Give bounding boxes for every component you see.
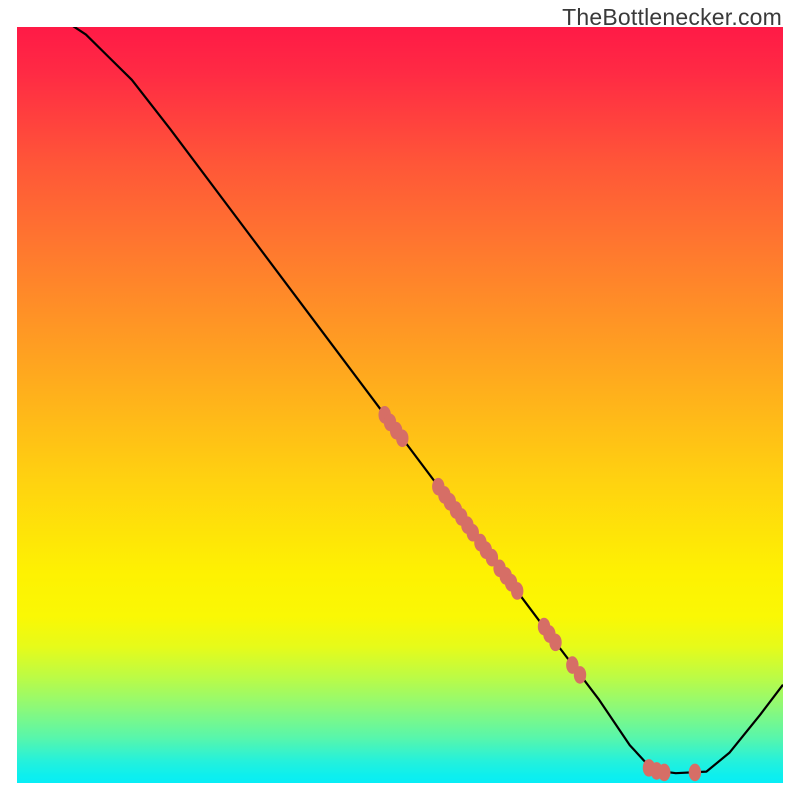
curve-svg [17, 27, 783, 783]
data-marker [658, 764, 670, 782]
data-marker [549, 634, 561, 652]
plot-area [17, 27, 783, 783]
data-marker [396, 429, 408, 447]
bottleneck-chart: TheBottlenecker.com [0, 0, 800, 800]
data-marker [689, 764, 701, 782]
marker-group [378, 406, 701, 781]
data-marker [511, 582, 523, 600]
data-marker [574, 666, 586, 684]
bottleneck-curve [17, 27, 783, 773]
